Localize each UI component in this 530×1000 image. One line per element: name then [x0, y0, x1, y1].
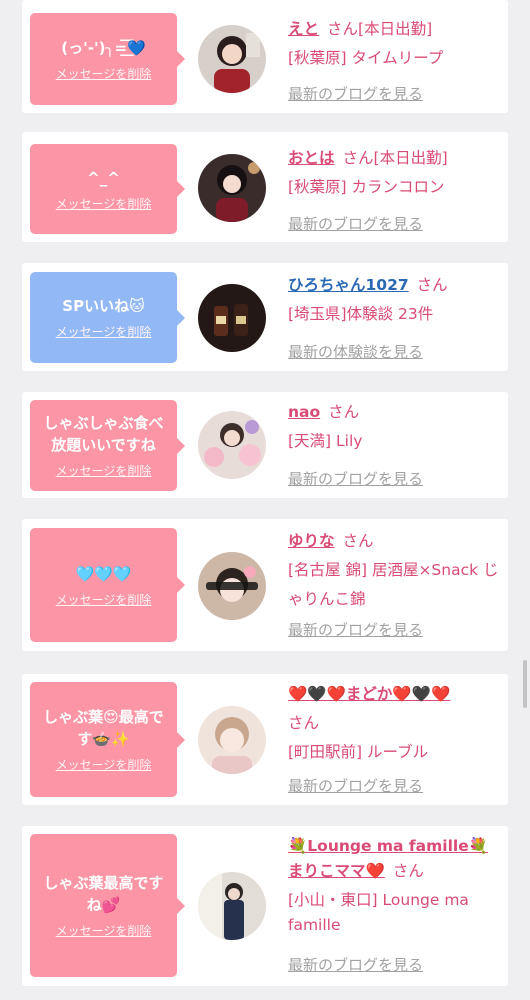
message-card: しゃぶ葉最高ですね💕 メッセージを削除 💐Lounge ma famille💐ま… — [22, 826, 508, 986]
message-bubble: (っ'-')╮=͟͟͞͞💙 メッセージを削除 — [30, 13, 185, 105]
latest-blog-link[interactable]: 最新のブログを見る — [288, 83, 423, 104]
honorific: さん — [342, 532, 374, 550]
experience-count-label: [埼玉県]体験談 23件 — [288, 305, 434, 323]
honorific: さん — [416, 276, 448, 294]
message-bubble: ^_^ メッセージを削除 — [30, 144, 185, 234]
shop-label: [秋葉原] カランコロン — [288, 178, 445, 196]
avatar[interactable] — [198, 25, 266, 93]
honorific: さん — [392, 862, 424, 880]
message-text: SPいいね🐱 — [62, 297, 145, 315]
user-info: nao さん [天満] Lily — [288, 398, 502, 456]
message-card: ^_^ メッセージを削除 おとは さん[本日出勤] [秋葉原] カランコロン 最新… — [22, 132, 508, 242]
latest-blog-link[interactable]: 最新のブログを見る — [288, 468, 423, 489]
user-info: えと さん[本日出勤] [秋葉原] タイムリープ — [288, 15, 502, 73]
user-name-link[interactable]: ゆりな — [288, 532, 335, 550]
delete-message-link[interactable]: メッセージを削除 — [56, 65, 152, 82]
message-text: しゃぶ葉最高ですね💕 — [43, 874, 164, 914]
message-card: しゃぶしゃぶ食べ放題いいですね メッセージを削除 nao さん [天満] Lily… — [22, 392, 508, 498]
user-name-link[interactable]: おとは — [288, 149, 335, 167]
avatar[interactable] — [198, 154, 266, 222]
user-info: おとは さん[本日出勤] [秋葉原] カランコロン — [288, 144, 502, 202]
user-name-link[interactable]: えと — [288, 20, 319, 38]
avatar[interactable] — [198, 706, 266, 774]
honorific: さん — [327, 20, 359, 38]
message-bubble: SPいいね🐱 メッセージを削除 — [30, 272, 185, 363]
message-text: 🩵🩵🩵 — [75, 564, 132, 583]
message-bubble: 🩵🩵🩵 メッセージを削除 — [30, 528, 185, 642]
message-bubble: しゃぶ葉😍最高です🍲✨ メッセージを削除 — [30, 682, 185, 797]
user-name-link[interactable]: 💐Lounge ma famille💐まりこママ❤️ — [288, 837, 488, 880]
message-bubble: しゃぶ葉最高ですね💕 メッセージを削除 — [30, 834, 185, 977]
message-text: ^_^ — [87, 168, 120, 187]
user-name-link[interactable]: ひろちゃん1027 — [288, 276, 409, 294]
shop-label: [秋葉原] タイムリープ — [288, 49, 444, 67]
avatar[interactable] — [198, 552, 266, 620]
user-info: ゆりな さん [名古屋 錦] 居酒屋×Snack じゃりんこ錦 — [288, 527, 502, 614]
shop-label: [名古屋 錦] 居酒屋×Snack じゃりんこ錦 — [288, 561, 499, 608]
shop-label: [町田駅前] ルーブル — [288, 743, 429, 761]
avatar[interactable] — [198, 284, 266, 352]
today-badge: [本日出勤] — [373, 149, 448, 167]
delete-message-link[interactable]: メッセージを削除 — [56, 462, 152, 479]
message-text: しゃぶ葉😍最高です🍲✨ — [43, 708, 164, 748]
delete-message-link[interactable]: メッセージを削除 — [56, 756, 152, 773]
latest-review-link[interactable]: 最新の体験談を見る — [288, 341, 423, 362]
delete-message-link[interactable]: メッセージを削除 — [56, 922, 152, 939]
latest-blog-link[interactable]: 最新のブログを見る — [288, 619, 423, 640]
today-badge: [本日出勤] — [358, 20, 433, 38]
user-name-link[interactable]: ❤️🖤❤️まどか❤️🖤❤️ — [288, 685, 450, 703]
message-card: しゃぶ葉😍最高です🍲✨ メッセージを削除 ❤️🖤❤️まどか❤️🖤❤️ さん [町… — [22, 674, 508, 805]
delete-message-link[interactable]: メッセージを削除 — [56, 591, 152, 608]
user-info: ❤️🖤❤️まどか❤️🖤❤️ さん [町田駅前] ルーブル — [288, 680, 502, 767]
scrollbar[interactable] — [523, 660, 527, 708]
message-text: (っ'-')╮=͟͟͞͞💙 — [61, 38, 146, 57]
latest-blog-link[interactable]: 最新のブログを見る — [288, 954, 423, 975]
message-card: SPいいね🐱 メッセージを削除 ひろちゃん1027 さん [埼玉県]体験談 23件… — [22, 263, 508, 371]
shop-label: [天満] Lily — [288, 432, 363, 450]
honorific: さん — [288, 714, 320, 732]
message-card: (っ'-')╮=͟͟͞͞💙 メッセージを削除 えと さん[本日出勤] [秋葉原] … — [22, 0, 508, 113]
avatar[interactable] — [198, 872, 266, 940]
latest-blog-link[interactable]: 最新のブログを見る — [288, 775, 423, 796]
avatar[interactable] — [198, 411, 266, 479]
delete-message-link[interactable]: メッセージを削除 — [56, 195, 152, 212]
message-bubble: しゃぶしゃぶ食べ放題いいですね メッセージを削除 — [30, 400, 185, 491]
latest-blog-link[interactable]: 最新のブログを見る — [288, 213, 423, 234]
user-info: 💐Lounge ma famille💐まりこママ❤️ さん [小山・東口] Lou… — [288, 834, 502, 938]
honorific: さん — [342, 149, 374, 167]
delete-message-link[interactable]: メッセージを削除 — [56, 323, 152, 340]
message-card: 🩵🩵🩵 メッセージを削除 ゆりな さん [名古屋 錦] 居酒屋×Snack じゃり… — [22, 519, 508, 651]
honorific: さん — [328, 403, 360, 421]
user-name-link[interactable]: nao — [288, 403, 320, 421]
message-text: しゃぶしゃぶ食べ放題いいですね — [43, 414, 164, 454]
user-info: ひろちゃん1027 さん [埼玉県]体験談 23件 — [288, 271, 502, 329]
shop-label: [小山・東口] Lounge ma famille — [288, 891, 469, 934]
